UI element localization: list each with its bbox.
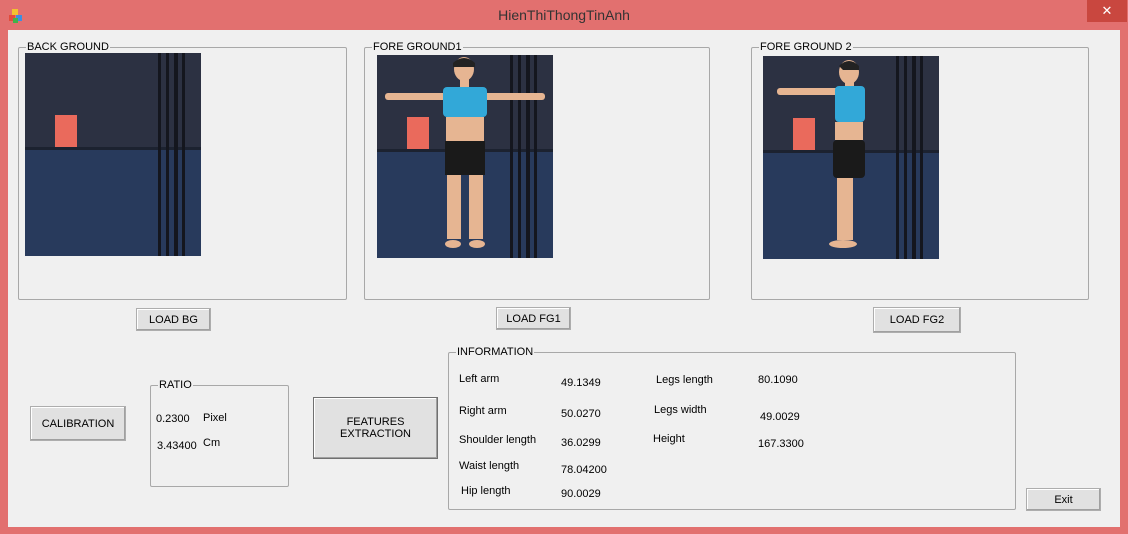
left-arm-value: 49.1349 — [561, 377, 601, 389]
legs-length-label: Legs length — [656, 374, 713, 386]
hip-length-value: 90.0029 — [561, 488, 601, 500]
shoulder-length-value: 36.0299 — [561, 437, 601, 449]
foreground2-group: FORE GROUND 2 — [751, 41, 1089, 300]
foreground1-image — [377, 55, 553, 258]
cm-unit-label: Cm — [203, 437, 221, 449]
features-extraction-button[interactable]: FEATURES EXTRACTION — [313, 397, 438, 459]
legs-width-value: 49.0029 — [760, 411, 800, 423]
right-arm-value: 50.0270 — [561, 408, 601, 420]
close-button[interactable]: ✕ — [1087, 0, 1127, 22]
pixel-unit-label: Pixel — [203, 412, 227, 424]
ratio-group-label: RATIO — [158, 379, 193, 392]
load-fg1-button[interactable]: LOAD FG1 — [496, 307, 571, 330]
exit-button[interactable]: Exit — [1026, 488, 1101, 511]
client-area: BACK GROUND LOAD BG FORE GROUND1 LOAD FG… — [8, 30, 1120, 527]
hip-length-label: Hip length — [461, 485, 511, 497]
height-value: 167.3300 — [758, 438, 804, 450]
calibration-button[interactable]: CALIBRATION — [30, 406, 126, 441]
cm-value: 3.43400 — [157, 440, 197, 452]
legs-length-value: 80.1090 — [758, 374, 798, 386]
foreground2-image — [763, 56, 939, 259]
title-bar: HienThiThongTinAnh ✕ — [0, 0, 1128, 30]
left-arm-label: Left arm — [459, 373, 500, 385]
height-label: Height — [653, 433, 685, 445]
load-fg2-button[interactable]: LOAD FG2 — [873, 307, 961, 333]
ratio-group: RATIO 0.2300 Pixel 3.43400 Cm — [150, 379, 289, 487]
information-group: INFORMATION Left arm 49.1349 Right arm 5… — [448, 346, 1016, 510]
background-image — [25, 53, 201, 256]
right-arm-label: Right arm — [459, 405, 507, 417]
background-group: BACK GROUND — [18, 41, 347, 300]
shoulder-length-label: Shoulder length — [459, 434, 537, 446]
waist-length-value: 78.04200 — [561, 464, 607, 476]
foreground2-group-label: FORE GROUND 2 — [759, 41, 853, 54]
window-title: HienThiThongTinAnh — [498, 7, 630, 23]
foreground1-group: FORE GROUND1 — [364, 41, 710, 300]
legs-width-label: Legs width — [654, 404, 707, 416]
pixel-value: 0.2300 — [156, 413, 190, 425]
information-group-label: INFORMATION — [456, 346, 535, 359]
waist-length-label: Waist length — [459, 460, 520, 472]
foreground1-group-label: FORE GROUND1 — [372, 41, 463, 54]
load-bg-button[interactable]: LOAD BG — [136, 308, 211, 331]
